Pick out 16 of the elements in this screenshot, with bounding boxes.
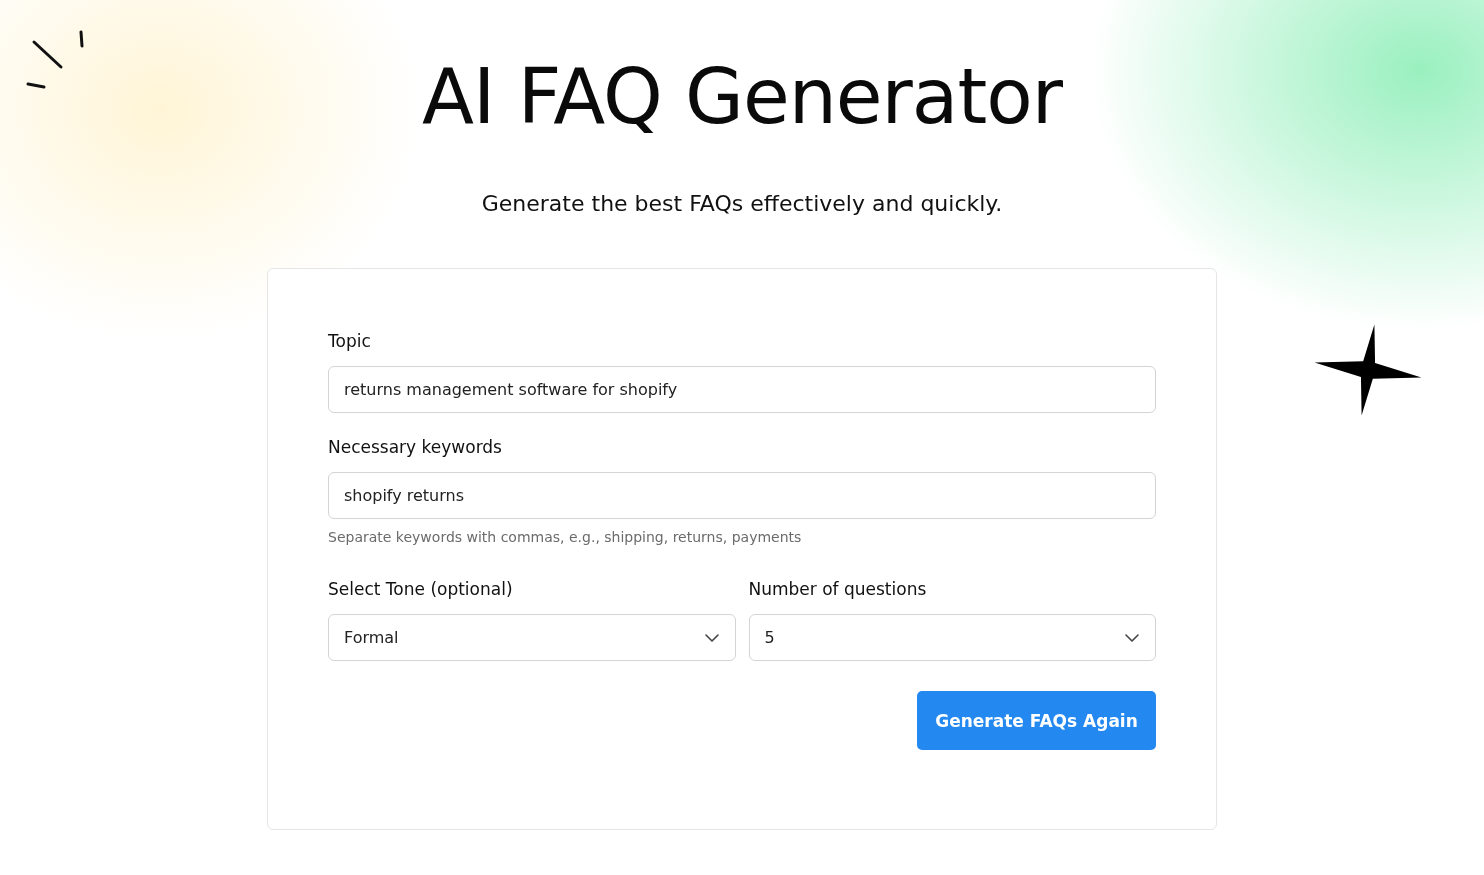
page-subtitle: Generate the best FAQs effectively and quickly. [481, 191, 1003, 216]
page-title: AI FAQ Generator [422, 52, 1062, 141]
field-label: Select Tone (optional) [328, 579, 514, 599]
star-icon [1314, 324, 1422, 416]
input-field[interactable]: shopify returns [328, 472, 1156, 519]
chevron-down-icon [704, 633, 719, 642]
sparkle-lines-icon [26, 28, 86, 90]
field-label: Topic [328, 331, 372, 351]
field-label: Number of questions [748, 579, 928, 599]
chevron-down-icon [1125, 633, 1139, 642]
dropdown-select[interactable]: 5 [748, 614, 1156, 661]
field-label: Necessary keywords [328, 437, 503, 457]
input-field[interactable]: returns management software for shopify [328, 366, 1156, 413]
dropdown-select[interactable]: Formal [328, 614, 736, 661]
generate-button[interactable]: Generate FAQs Again [917, 691, 1156, 750]
hint-text: Separate keywords with commas, e.g., shipping, returns, payments [328, 529, 803, 545]
